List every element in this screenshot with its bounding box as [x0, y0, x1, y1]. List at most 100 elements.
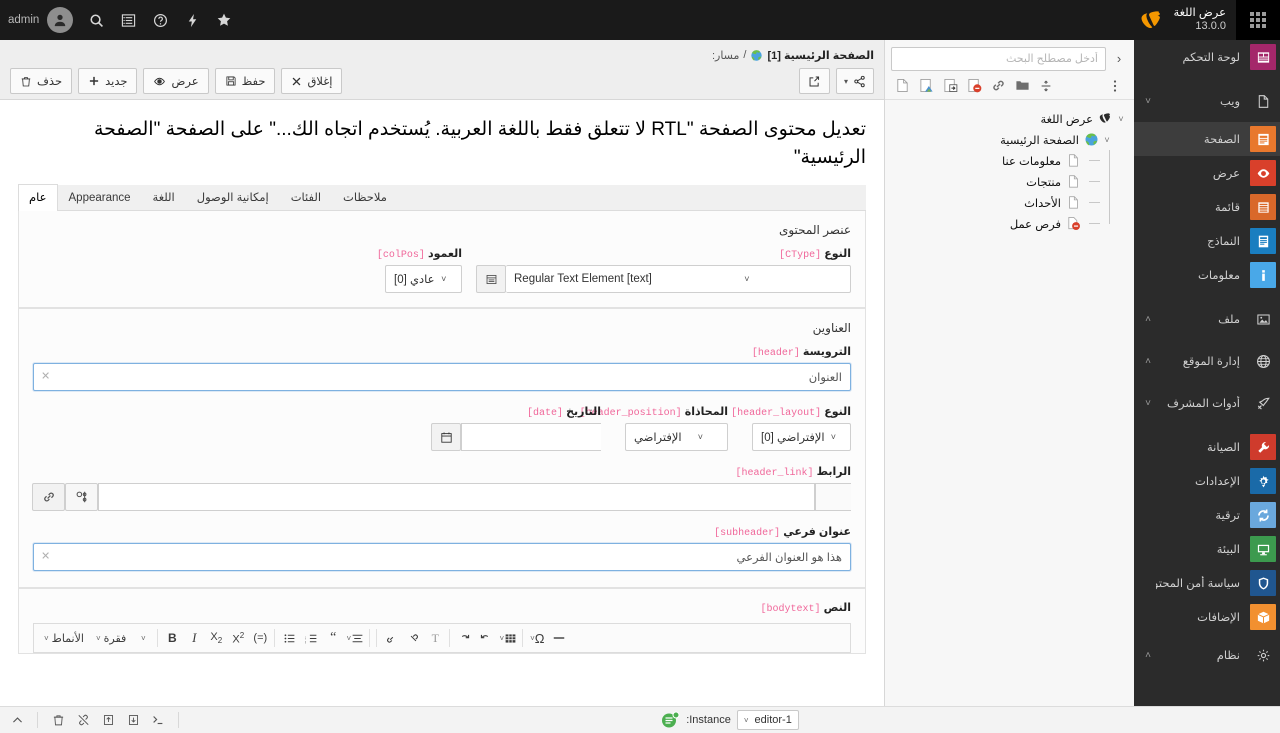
module-item-14[interactable]: سياسة أمن المحتوى [1134, 566, 1280, 600]
module-item-10[interactable]: الصيانة [1134, 430, 1280, 464]
link-button[interactable] [380, 625, 402, 651]
import-icon[interactable] [122, 710, 144, 730]
trash-icon[interactable] [47, 710, 69, 730]
subheader-code: [subheader] [714, 528, 781, 540]
bold-button[interactable]: B [161, 625, 183, 651]
tree-node-child-0[interactable]: معلومات عنا [885, 150, 1134, 171]
special-character-button[interactable]: Ω ˅ [526, 625, 548, 651]
header-input[interactable] [33, 363, 851, 392]
link-icon [43, 492, 54, 502]
link-browser-button[interactable] [32, 483, 65, 512]
remove-page-icon[interactable] [963, 75, 985, 97]
font-size-dropdown[interactable]: ˅ [132, 625, 154, 651]
ctype-wizard-button[interactable] [476, 265, 506, 294]
link-icon[interactable] [987, 75, 1009, 97]
more-options-icon[interactable] [1104, 75, 1126, 97]
tree-node-home[interactable]: ˅ الصفحة الرئيسية [885, 129, 1134, 150]
open-in-new-window-button[interactable] [798, 68, 830, 94]
filter-page-icon[interactable] [915, 75, 937, 97]
save-button[interactable]: حفظ [214, 68, 276, 94]
colpos-select[interactable]: ˅ عادي [0] [385, 265, 462, 294]
flash-icon[interactable] [177, 4, 207, 36]
header-layout-select[interactable]: ˅ الإفتراضي [0] [752, 423, 851, 452]
undo-button[interactable] [475, 625, 497, 651]
tree-node-child-3[interactable]: فرص عمل [885, 213, 1134, 234]
instance-select[interactable]: editor-1 ˅ [736, 710, 799, 730]
module-item-8[interactable]: إدارة الموقع ˄ [1134, 340, 1280, 382]
redo-button[interactable] [453, 625, 475, 651]
subscript-button[interactable]: X2 [205, 625, 227, 651]
subheader-input[interactable] [33, 543, 851, 572]
page-tree-search-input[interactable] [891, 46, 1106, 71]
alignment-dropdown[interactable]: ˅ [344, 625, 366, 651]
date-picker-button[interactable] [431, 423, 461, 452]
blockquote-button[interactable]: “ [322, 625, 344, 651]
module-item-6[interactable]: معلومات [1134, 258, 1280, 292]
share-button[interactable]: ▾ [835, 68, 874, 94]
date-input[interactable] [461, 423, 601, 452]
search-icon[interactable] [81, 4, 111, 36]
clear-header-icon[interactable]: ✕ [41, 371, 50, 383]
new-page-icon[interactable] [891, 75, 913, 97]
tree-node-child-2[interactable]: الأحداث [885, 192, 1134, 213]
module-item-1[interactable]: ويب ˅ [1134, 80, 1280, 122]
module-item-15[interactable]: الإضافات [1134, 600, 1280, 634]
insert-table-button[interactable]: ˅ [497, 625, 519, 651]
tree-twisty-icon[interactable]: ˅ [1100, 135, 1114, 145]
tree-node-child-1[interactable]: منتجات [885, 171, 1134, 192]
header-link-input[interactable] [98, 483, 815, 512]
module-item-12[interactable]: ترقية [1134, 498, 1280, 532]
numbered-list-button[interactable]: 123 [300, 625, 322, 651]
ctype-select[interactable]: ˅ Regular Text Element [text] [506, 265, 851, 294]
link-wizard-button[interactable] [65, 483, 98, 512]
module-item-13[interactable]: البيئة [1134, 532, 1280, 566]
remove-format-button[interactable]: (=) [249, 625, 271, 651]
collapse-chevron-icon[interactable] [6, 710, 28, 730]
module-grid-toggle[interactable] [1236, 0, 1280, 40]
tab-5[interactable]: ملاحظات [332, 184, 398, 210]
horizontal-rule-button[interactable] [548, 625, 570, 651]
console-icon[interactable] [147, 710, 169, 730]
view-button[interactable]: عرض [143, 68, 209, 94]
superscript-button[interactable]: X2 [227, 625, 249, 651]
module-item-3[interactable]: عرض [1134, 156, 1280, 190]
module-item-7[interactable]: ملف ˄ [1134, 298, 1280, 340]
bulleted-list-button[interactable] [278, 625, 300, 651]
module-item-16[interactable]: نظام ˄ [1134, 634, 1280, 676]
folder-icon[interactable] [1011, 75, 1033, 97]
close-button[interactable]: إغلاق [281, 68, 343, 94]
clear-subheader-icon[interactable]: ✕ [41, 551, 50, 563]
unlink-button[interactable] [402, 625, 424, 651]
avatar[interactable] [47, 7, 74, 33]
remove-text-format-button[interactable]: T [424, 625, 446, 651]
module-item-0[interactable]: لوحة التحكم [1134, 40, 1280, 74]
tab-3[interactable]: إمكانية الوصول [186, 184, 280, 210]
module-item-9[interactable]: أدوات المشرف ˅ [1134, 382, 1280, 424]
paste-into-icon[interactable] [939, 75, 961, 97]
tree-guide-line [1082, 202, 1100, 203]
module-item-4[interactable]: قائمة [1134, 190, 1280, 224]
header-position-select[interactable]: ˅ الإفتراضي [625, 423, 728, 452]
delete-button[interactable]: حذف [10, 68, 73, 94]
list-icon[interactable] [113, 4, 143, 36]
sort-icon[interactable] [1035, 75, 1057, 97]
tree-node-root[interactable]: ˅ عرض اللغة [885, 108, 1134, 129]
help-icon[interactable] [145, 4, 175, 36]
paragraph-format-dropdown[interactable]: فقرة ˅ [90, 625, 132, 651]
header-position-field: المحاذاة [header_position] ˅ الإفتراضي [580, 405, 728, 452]
tab-2[interactable]: اللغة [142, 184, 186, 210]
tab-0[interactable]: عام [18, 184, 58, 212]
tab-4[interactable]: الفئات [280, 184, 332, 210]
tree-twisty-icon[interactable]: ˅ [1114, 114, 1128, 124]
italic-button[interactable]: I [183, 625, 205, 651]
tab-1[interactable]: Appearance [58, 184, 142, 210]
collapse-tree-icon[interactable]: ‹ [1110, 51, 1128, 66]
bookmark-star-icon[interactable] [209, 4, 239, 36]
styles-dropdown[interactable]: الأنماط ˅ [38, 625, 90, 651]
unlink-icon[interactable] [72, 710, 94, 730]
module-item-2[interactable]: الصفحة [1134, 122, 1280, 156]
module-item-11[interactable]: الإعدادات [1134, 464, 1280, 498]
module-item-5[interactable]: النماذج [1134, 224, 1280, 258]
new-button[interactable]: جديد [78, 68, 138, 94]
export-icon[interactable] [97, 710, 119, 730]
